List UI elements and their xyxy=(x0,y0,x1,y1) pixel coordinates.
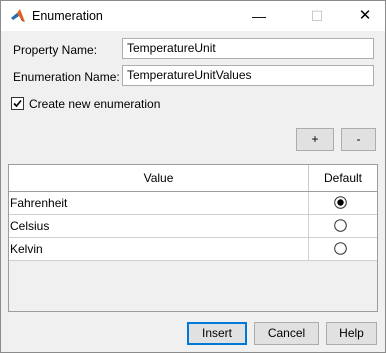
default-cell[interactable] xyxy=(309,215,377,237)
window-title: Enumeration xyxy=(32,9,103,23)
table-header: Value Default xyxy=(9,165,377,192)
radio-selected-icon[interactable] xyxy=(334,196,347,209)
radio-empty-icon[interactable] xyxy=(334,219,347,232)
default-cell[interactable] xyxy=(309,192,377,214)
enumeration-name-label: Enumeration Name: xyxy=(13,70,120,84)
add-row-button[interactable]: + xyxy=(296,128,334,151)
create-new-checkbox[interactable] xyxy=(11,97,24,110)
enumeration-dialog: Enumeration — ☐ ✕ Property Name: Tempera… xyxy=(0,0,386,353)
column-header-default[interactable]: Default xyxy=(309,165,377,191)
radio-empty-icon[interactable] xyxy=(334,242,347,255)
value-cell[interactable]: Fahrenheit xyxy=(10,192,309,214)
property-name-field[interactable]: TemperatureUnit xyxy=(122,38,374,59)
maximize-button[interactable]: ☐ xyxy=(297,1,337,31)
close-button[interactable]: ✕ xyxy=(345,1,385,31)
property-name-label: Property Name: xyxy=(13,43,98,57)
table-row[interactable]: Fahrenheit xyxy=(9,192,377,215)
value-cell[interactable]: Kelvin xyxy=(10,238,309,260)
cancel-button[interactable]: Cancel xyxy=(254,322,319,345)
insert-button[interactable]: Insert xyxy=(187,322,247,345)
value-cell[interactable]: Celsius xyxy=(10,215,309,237)
table-row[interactable]: Celsius xyxy=(9,215,377,238)
default-cell[interactable] xyxy=(309,238,377,260)
enumeration-name-field[interactable]: TemperatureUnitValues xyxy=(122,65,374,86)
table-row[interactable]: Kelvin xyxy=(9,238,377,261)
enumeration-table: Value Default Fahrenheit Celsius Kelvin xyxy=(8,164,378,312)
help-button[interactable]: Help xyxy=(326,322,377,345)
remove-row-button[interactable]: - xyxy=(341,128,376,151)
title-bar[interactable]: Enumeration — ☐ ✕ xyxy=(1,1,385,31)
matlab-icon xyxy=(11,9,25,22)
minimize-button[interactable]: — xyxy=(239,1,279,31)
checkmark-icon xyxy=(13,99,22,108)
column-header-value[interactable]: Value xyxy=(9,165,309,191)
create-new-label[interactable]: Create new enumeration xyxy=(29,97,160,111)
